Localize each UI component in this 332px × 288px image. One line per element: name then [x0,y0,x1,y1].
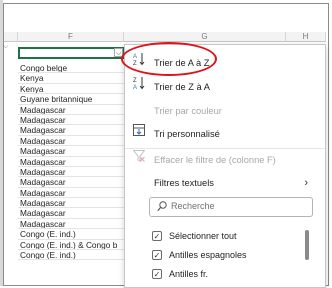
sort-za-label: Trier de Z à A [154,82,210,92]
clear-filter-label: Effacer le filtre de (colonne F) [154,155,276,165]
custom-sort-label: Tri personnalisé [154,129,220,139]
filter-menu: AZ Trier de A à Z ZA Trier de Z à A Trie… [124,44,326,288]
sort-by-color-label: Trier par couleur [154,106,222,116]
column-header-g[interactable]: G [124,32,286,42]
table-cell[interactable]: Guyane britannique [18,94,126,105]
column-header-h[interactable]: H [286,32,326,42]
text-filters-item[interactable]: Filtres textuels › [125,172,325,194]
table-cell[interactable]: Madagascar [18,198,126,209]
table-cell[interactable]: Madagascar [18,115,126,126]
select-all-label: Sélectionner tout [169,231,237,241]
custom-sort-icon [132,123,146,145]
table-cell[interactable]: Madagascar [18,125,126,136]
checkbox-item-label: Antilles fr. [169,269,209,279]
table-cell[interactable]: Madagascar [18,188,126,199]
table-cell[interactable]: Madagascar [18,177,126,188]
table-cell[interactable]: Madagascar [18,136,126,147]
table-cell[interactable]: Kenya [18,73,126,84]
active-cell-f[interactable] [18,47,124,59]
checkbox-checked-icon[interactable]: ✓ [152,231,162,241]
table-cell[interactable]: Kenya [18,84,126,95]
table-cell[interactable]: Madagascar [18,208,126,219]
svg-text:A: A [133,85,137,90]
sort-za-icon: ZA [132,76,146,99]
search-placeholder: Recherche [171,201,215,211]
custom-sort-item[interactable]: Tri personnalisé [125,123,325,145]
table-cell[interactable]: Madagascar [18,167,126,178]
table-cell[interactable]: Madagascar [18,157,126,167]
table-cell[interactable]: Madagascar [18,146,126,157]
table-cell[interactable]: Congo belge [18,63,126,74]
text-filters-label: Filtres textuels [154,178,214,188]
svg-text:Z: Z [133,78,137,84]
list-scrollbar[interactable] [305,230,309,260]
column-header-f[interactable]: F [18,32,124,42]
column-header-e[interactable] [4,32,18,42]
sort-by-color-item[interactable]: Trier par couleur [125,100,325,122]
checkbox-item-label: Antilles espagnoles [169,250,247,260]
table-cell[interactable]: Congo (E. ind.) [18,229,126,240]
table-cell[interactable]: Madagascar [18,105,126,115]
chevron-right-icon: › [304,177,308,189]
table-cell[interactable]: Congo (E. ind.) & Congo b [18,240,126,251]
search-icon [157,201,167,215]
sort-z-a-item[interactable]: ZA Trier de Z à A [125,76,325,98]
filter-dropdown-icon-left[interactable]: ⌵ [3,43,8,51]
highlight-oval [121,42,217,76]
table-cell[interactable]: Madagascar [18,219,126,230]
checkbox-checked-icon[interactable]: ✓ [152,269,162,279]
search-input[interactable]: Recherche [149,197,313,217]
table-cell[interactable]: Congo (E. ind.) [18,250,126,261]
clear-filter-item[interactable]: Effacer le filtre de (colonne F) [125,149,325,171]
clear-filter-icon [132,149,146,171]
checkbox-checked-icon[interactable]: ✓ [152,250,162,260]
